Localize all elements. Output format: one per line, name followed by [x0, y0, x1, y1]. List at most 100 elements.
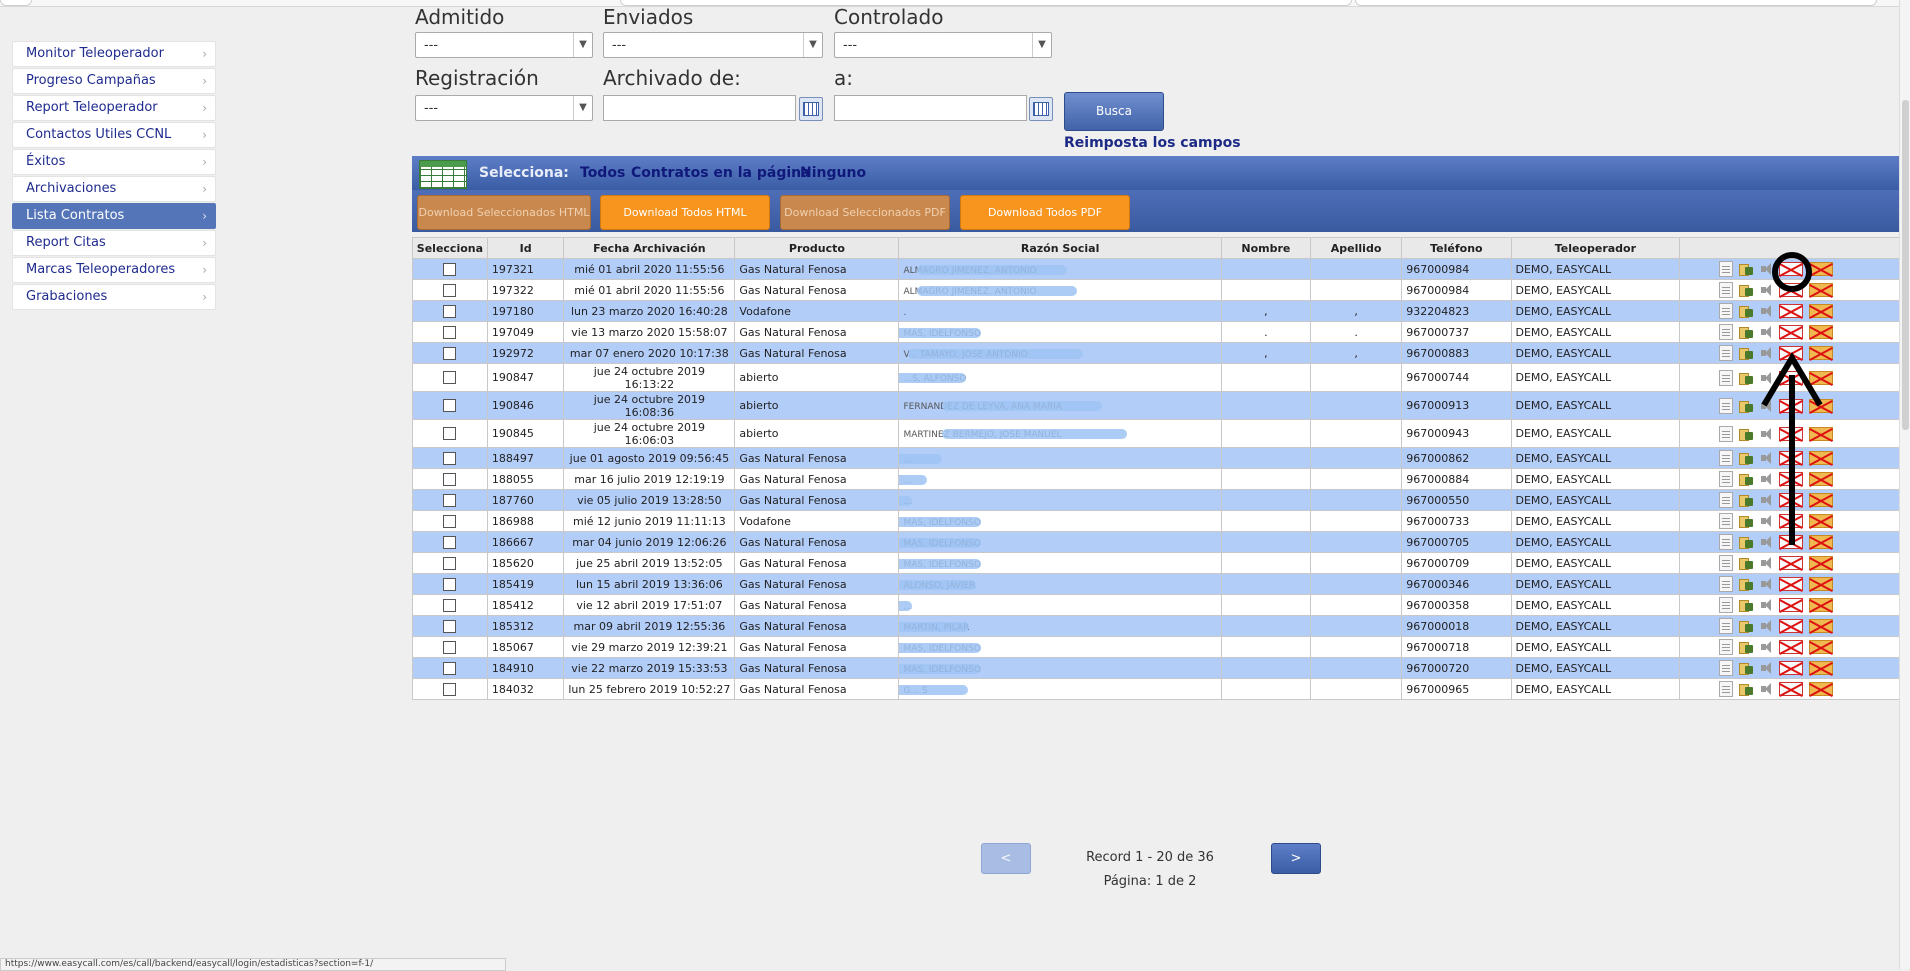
sidebar-item[interactable]: Lista Contratos › — [12, 203, 216, 229]
delete-phone-icon[interactable] — [1779, 514, 1804, 528]
folder-icon[interactable] — [1739, 514, 1754, 528]
edit-icon[interactable] — [1719, 397, 1734, 414]
sidebar-item[interactable]: Grabaciones › — [12, 284, 216, 310]
table-row[interactable]: 185412 vie 12 abril 2019 17:51:07 Gas Natu… — [412, 594, 1910, 616]
edit-icon[interactable] — [1719, 660, 1734, 676]
calendar-icon[interactable] — [1029, 97, 1053, 121]
delete-phone-icon[interactable] — [1779, 640, 1804, 654]
delete-phone-icon[interactable] — [1779, 304, 1804, 318]
sidebar-item[interactable]: Archivaciones › — [12, 176, 216, 202]
delete-appointment-icon[interactable] — [1809, 283, 1834, 297]
speaker-icon[interactable] — [1760, 283, 1773, 297]
speaker-icon[interactable] — [1760, 682, 1773, 696]
row-checkbox[interactable] — [443, 514, 457, 528]
calendar-icon[interactable] — [799, 97, 823, 121]
folder-icon[interactable] — [1739, 451, 1754, 465]
speaker-icon[interactable] — [1760, 346, 1773, 360]
delete-phone-icon[interactable] — [1779, 346, 1804, 360]
folder-icon[interactable] — [1739, 535, 1754, 549]
edit-icon[interactable] — [1719, 534, 1734, 550]
table-row[interactable]: 190846 jue 24 octubre 2019 16:08:36 abiert… — [412, 391, 1910, 420]
folder-icon[interactable] — [1739, 640, 1754, 654]
edit-icon[interactable] — [1719, 576, 1734, 592]
folder-icon[interactable] — [1739, 493, 1754, 507]
edit-icon[interactable] — [1719, 618, 1734, 634]
speaker-icon[interactable] — [1760, 371, 1773, 385]
archivado-de-input[interactable] — [603, 95, 796, 121]
page-scrollbar[interactable] — [1899, 0, 1910, 969]
edit-icon[interactable] — [1719, 369, 1734, 386]
folder-icon[interactable] — [1739, 577, 1754, 591]
row-checkbox[interactable] — [443, 427, 457, 441]
edit-icon[interactable] — [1719, 492, 1734, 508]
row-checkbox[interactable] — [443, 619, 457, 633]
admitido-select[interactable]: --- ▼ — [415, 32, 593, 58]
row-checkbox[interactable] — [443, 640, 457, 654]
speaker-icon[interactable] — [1760, 661, 1773, 675]
row-checkbox[interactable] — [443, 304, 457, 318]
folder-icon[interactable] — [1739, 304, 1754, 318]
table-row[interactable]: 187760 vie 05 julio 2019 13:28:50 Gas Natu… — [412, 489, 1910, 511]
delete-phone-icon[interactable] — [1779, 682, 1804, 696]
edit-icon[interactable] — [1719, 345, 1734, 361]
delete-phone-icon[interactable] — [1779, 426, 1804, 441]
delete-phone-icon[interactable] — [1779, 451, 1804, 465]
table-row[interactable]: 188055 mar 16 julio 2019 12:19:19 Gas Natu… — [412, 468, 1910, 490]
folder-icon[interactable] — [1739, 262, 1754, 276]
delete-appointment-icon[interactable] — [1809, 304, 1834, 318]
archivado-a-input[interactable] — [834, 95, 1027, 121]
table-row[interactable]: 197321 mié 01 abril 2020 11:55:56 Gas Natu… — [412, 258, 1910, 280]
table-row[interactable]: 188497 jue 01 agosto 2019 09:56:45 Gas Nat… — [412, 447, 1910, 469]
speaker-icon[interactable] — [1760, 325, 1773, 339]
row-checkbox[interactable] — [443, 682, 457, 696]
folder-icon[interactable] — [1739, 427, 1754, 441]
delete-phone-icon[interactable] — [1779, 325, 1804, 339]
row-checkbox[interactable] — [443, 577, 457, 591]
speaker-icon[interactable] — [1760, 451, 1773, 465]
table-row[interactable]: 190847 jue 24 octubre 2019 16:13:22 abiert… — [412, 363, 1910, 392]
speaker-icon[interactable] — [1760, 535, 1773, 549]
delete-appointment-icon[interactable] — [1809, 682, 1834, 696]
delete-appointment-icon[interactable] — [1809, 472, 1834, 486]
row-checkbox[interactable] — [443, 472, 457, 486]
row-checkbox[interactable] — [443, 399, 457, 413]
speaker-icon[interactable] — [1760, 577, 1773, 591]
reset-fields-link[interactable]: Reimposta los campos — [1064, 135, 1241, 151]
row-checkbox[interactable] — [443, 451, 457, 465]
table-row[interactable]: 197049 vie 13 marzo 2020 15:58:07 Gas Natu… — [412, 321, 1910, 343]
row-checkbox[interactable] — [443, 661, 457, 675]
delete-appointment-icon[interactable] — [1809, 640, 1834, 654]
table-row[interactable]: 185312 mar 09 abril 2019 12:55:36 Gas Natu… — [412, 615, 1910, 637]
next-page-button[interactable]: > — [1271, 843, 1321, 874]
sidebar-item[interactable]: Report Citas › — [12, 230, 216, 256]
edit-icon[interactable] — [1719, 303, 1734, 319]
speaker-icon[interactable] — [1760, 493, 1773, 507]
delete-appointment-icon[interactable] — [1809, 514, 1834, 528]
select-page-link[interactable]: Contratos en la página — [631, 165, 811, 181]
previous-page-button[interactable]: < — [981, 843, 1031, 874]
table-row[interactable]: 186667 mar 04 junio 2019 12:06:26 Gas Natu… — [412, 531, 1910, 553]
busca-button[interactable]: Busca — [1064, 92, 1164, 131]
edit-icon[interactable] — [1719, 681, 1734, 697]
select-all-link[interactable]: Todos — [580, 165, 625, 181]
speaker-icon[interactable] — [1760, 262, 1773, 276]
delete-phone-icon[interactable] — [1779, 493, 1804, 507]
edit-icon[interactable] — [1719, 450, 1734, 466]
sidebar-item[interactable]: Marcas Teleoperadores › — [12, 257, 216, 283]
folder-icon[interactable] — [1739, 619, 1754, 633]
folder-icon[interactable] — [1739, 472, 1754, 486]
delete-appointment-icon[interactable] — [1809, 577, 1834, 591]
download-selected-pdf-button[interactable]: Download Seleccionados PDF — [780, 195, 950, 230]
delete-appointment-icon[interactable] — [1809, 493, 1834, 507]
delete-phone-icon[interactable] — [1779, 661, 1804, 675]
folder-icon[interactable] — [1739, 325, 1754, 339]
folder-icon[interactable] — [1739, 399, 1754, 413]
delete-phone-icon[interactable] — [1779, 283, 1804, 297]
speaker-icon[interactable] — [1760, 472, 1773, 486]
sidebar-item[interactable]: Éxitos › — [12, 149, 216, 175]
delete-phone-icon[interactable] — [1779, 472, 1804, 486]
delete-appointment-icon[interactable] — [1809, 426, 1834, 441]
speaker-icon[interactable] — [1760, 556, 1773, 570]
speaker-icon[interactable] — [1760, 514, 1773, 528]
download-selected-html-button[interactable]: Download Seleccionados HTML — [417, 195, 591, 230]
